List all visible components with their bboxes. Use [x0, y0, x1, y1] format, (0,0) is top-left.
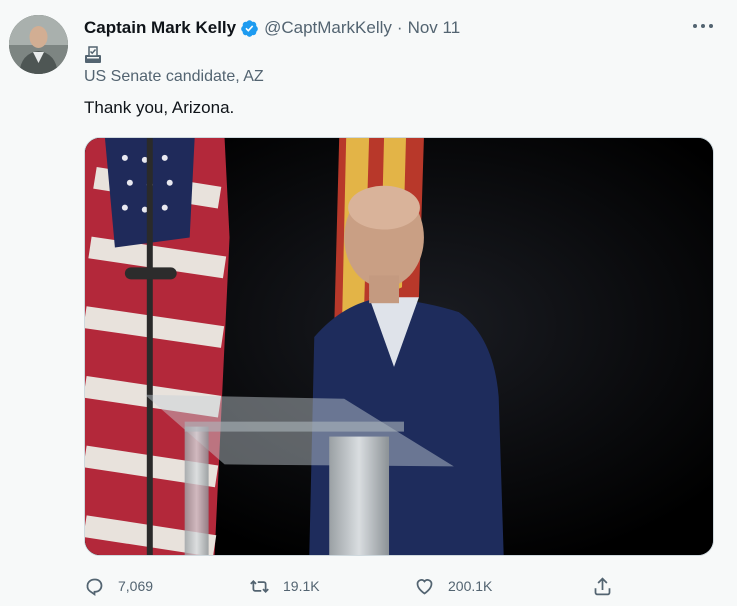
reply-icon: [86, 578, 103, 596]
retweet-button[interactable]: 19.1K: [249, 573, 320, 599]
like-count: 200.1K: [448, 578, 493, 594]
reply-button[interactable]: 7,069: [84, 573, 153, 599]
like-button[interactable]: 200.1K: [414, 573, 492, 599]
like-heart-icon: [416, 578, 433, 595]
tweet-date[interactable]: Nov 11: [408, 18, 461, 38]
tweet-photo[interactable]: [84, 137, 714, 556]
display-name[interactable]: Captain Mark Kelly: [84, 18, 236, 38]
retweet-icon: [250, 579, 269, 593]
verified-badge-icon: [240, 19, 259, 38]
tweet-actions: 7,069 19.1K 200.1K: [84, 573, 624, 599]
retweet-count: 19.1K: [283, 578, 320, 594]
reply-count: 7,069: [118, 578, 154, 594]
tweet[interactable]: Captain Mark Kelly @CaptMarkKelly · Nov …: [0, 0, 737, 606]
ballot-box-icon: [84, 46, 102, 64]
share-icon: [594, 576, 611, 595]
share-button[interactable]: [592, 573, 626, 599]
separator-dot: ·: [396, 18, 403, 37]
more-options-icon[interactable]: [693, 20, 713, 32]
avatar[interactable]: [9, 15, 68, 74]
account-label: US Senate candidate, AZ: [84, 68, 264, 85]
user-handle[interactable]: @CaptMarkKelly: [264, 18, 392, 38]
tweet-text: Thank you, Arizona.: [84, 98, 235, 117]
tweet-header: Captain Mark Kelly @CaptMarkKelly · Nov …: [84, 16, 460, 40]
